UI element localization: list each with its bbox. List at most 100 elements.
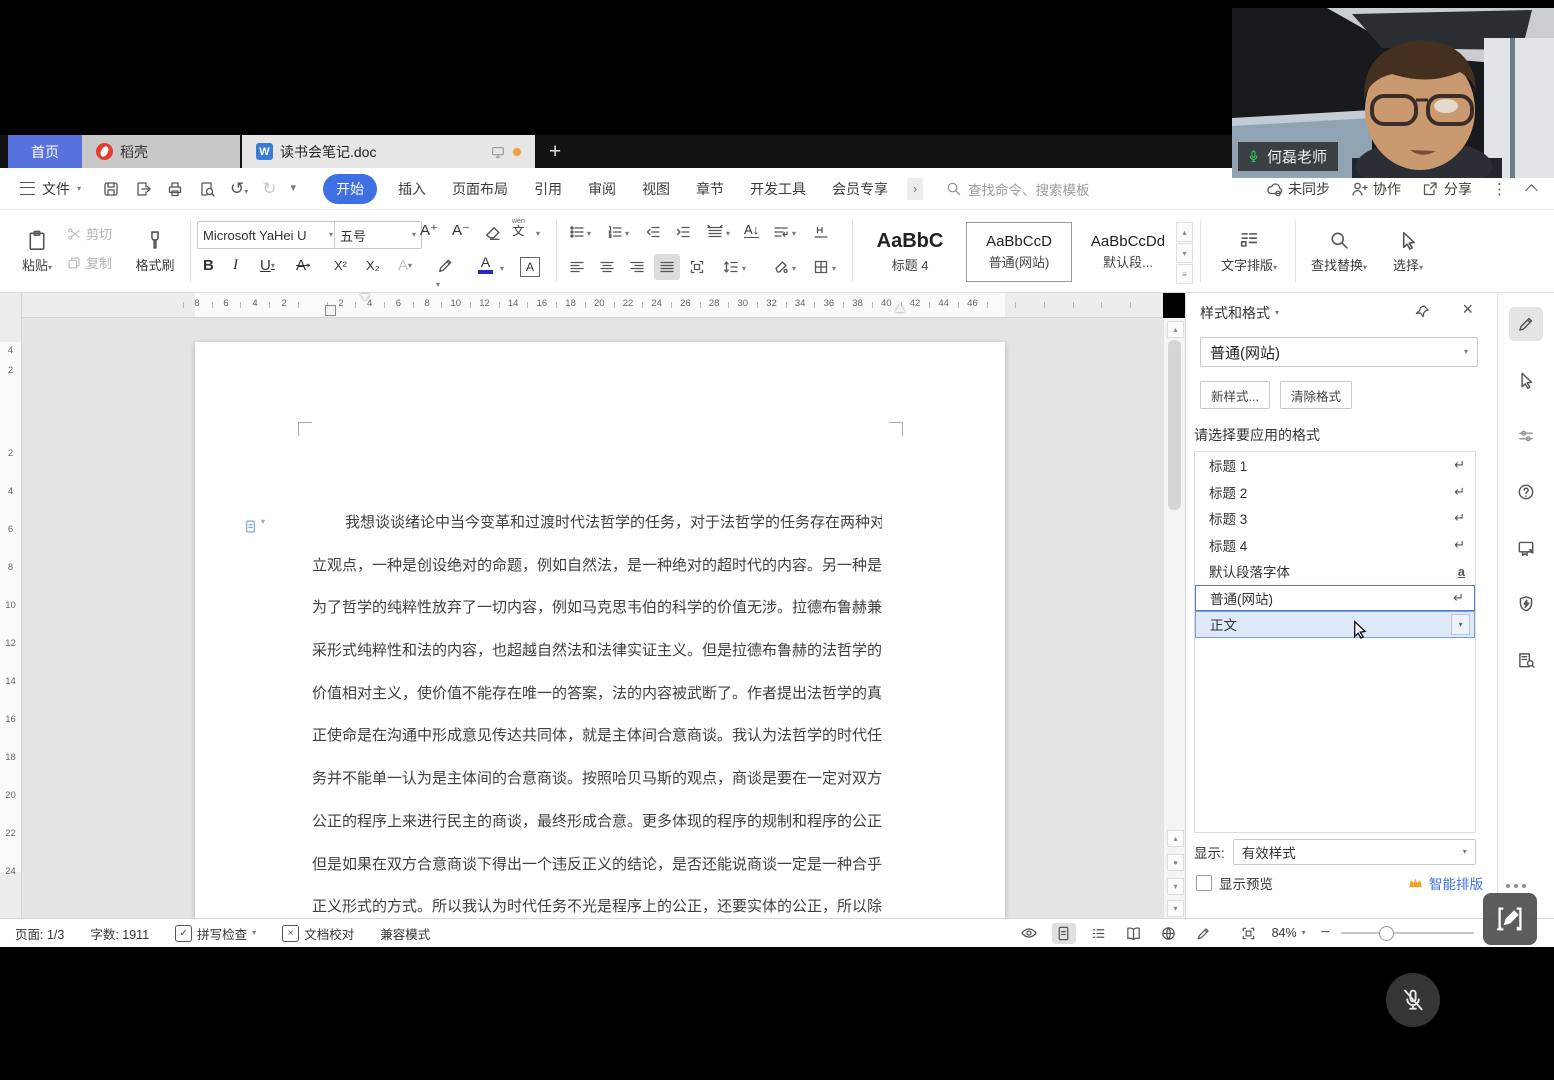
superscript-button[interactable]: X²: [334, 258, 347, 273]
previous-page-icon[interactable]: ▴: [1167, 830, 1184, 847]
spell-check-button[interactable]: ✓ 拼写检查▾: [175, 924, 256, 943]
line-spacing-icon[interactable]: [722, 258, 740, 276]
document-line[interactable]: 价值相对主义，使价值不能存在唯一的答案，法的内容被武断了。作者提出法哲学的真: [312, 673, 882, 716]
document-line[interactable]: 务并不能单一认为是主体间的合意商谈。按照哈贝马斯的观点，商谈是要在一定对双方: [312, 758, 882, 801]
sort-button[interactable]: A↓: [744, 222, 759, 238]
web-view-button[interactable]: [1157, 923, 1181, 944]
tab-stops-icon[interactable]: [812, 223, 830, 241]
paragraph-layout-icon[interactable]: ▾: [243, 518, 265, 535]
scroll-up-icon[interactable]: ▴: [1167, 321, 1184, 338]
page-indicator[interactable]: 页面: 1/3: [15, 924, 64, 943]
style-item-dropdown-icon[interactable]: ▾: [1451, 614, 1470, 635]
shading-icon[interactable]: [772, 258, 790, 276]
style-gallery-item[interactable]: AaBbC标题 4: [858, 223, 962, 281]
sync-status-button[interactable]: 未同步: [1265, 179, 1330, 199]
document-line[interactable]: 公正的程序上来进行民主的商谈，最终形成合意。更多体现的程序的规制和程序的公正，: [312, 801, 882, 844]
screen-annotate-button[interactable]: [1483, 893, 1537, 945]
text-direction-icon[interactable]: [706, 223, 724, 241]
adjust-tool-button[interactable]: [1509, 419, 1543, 453]
style-gallery-item[interactable]: AaBbCcD普通(网站): [966, 222, 1072, 282]
show-preview-row[interactable]: 显示预览: [1196, 873, 1273, 893]
pin-panel-icon[interactable]: [1414, 303, 1431, 320]
redo-icon[interactable]: ↻: [262, 179, 276, 199]
quick-tools-button[interactable]: [1509, 587, 1543, 621]
collaborate-button[interactable]: 协作: [1350, 179, 1401, 199]
undo-icon[interactable]: ↺▾: [230, 179, 248, 199]
new-style-button[interactable]: 新样式...: [1200, 381, 1270, 409]
select-button[interactable]: 选择▾: [1380, 220, 1436, 282]
tab-home[interactable]: 首页: [8, 135, 82, 168]
bold-button[interactable]: B: [203, 257, 214, 274]
pinyin-guide-button[interactable]: wén文: [512, 218, 525, 237]
menu-item[interactable]: 页面布局: [439, 174, 521, 204]
print-icon[interactable]: [166, 180, 184, 198]
print-preview-icon[interactable]: [198, 180, 216, 198]
increase-font-button[interactable]: A⁺: [420, 221, 438, 239]
decrease-indent-icon[interactable]: [644, 223, 662, 241]
style-list-item[interactable]: 普通(网站)↵: [1195, 585, 1475, 612]
zoom-slider-knob[interactable]: [1379, 926, 1394, 941]
text-layout-button[interactable]: 文字排版▾: [1212, 220, 1286, 282]
format-painter-button[interactable]: 格式刷: [128, 220, 182, 282]
style-list-item[interactable]: 标题 3↵: [1195, 505, 1475, 532]
style-list-item[interactable]: 标题 2↵: [1195, 479, 1475, 506]
next-page-icon[interactable]: ▾: [1167, 878, 1184, 895]
new-tab-button[interactable]: +: [535, 135, 575, 168]
document-line[interactable]: 采形式纯粹性和法的内容，也超越自然法和法律实证主义。但是拉德布鲁赫的法哲学的: [312, 630, 882, 673]
menu-item[interactable]: 会员专享: [819, 174, 901, 204]
clear-format-button[interactable]: 清除格式: [1280, 381, 1352, 409]
document-line[interactable]: 立观点，一种是创设绝对的命题，例如自然法，是一种绝对的超时代的内容。另一种是: [312, 545, 882, 588]
browse-object-icon[interactable]: ●: [1167, 854, 1184, 871]
document-line[interactable]: 但是如果在双方合意商谈下得出一个违反正义的结论，是否还能说商谈一定是一种合乎: [312, 844, 882, 887]
decrease-font-button[interactable]: A⁻: [452, 221, 470, 239]
style-gallery-item[interactable]: AaBbCcDd默认段...: [1076, 223, 1180, 281]
eye-protect-button[interactable]: [1017, 923, 1041, 944]
show-filter-select[interactable]: 有效样式 ▾: [1233, 839, 1476, 865]
close-panel-icon[interactable]: ×: [1462, 299, 1473, 320]
more-options-icon[interactable]: ⋮: [1492, 180, 1507, 198]
style-list-item[interactable]: 标题 1↵: [1195, 452, 1475, 479]
horizontal-ruler[interactable]: 8642246810121416182022242628303234363840…: [22, 293, 1163, 318]
underline-button[interactable]: U▾: [260, 257, 275, 274]
style-list-item[interactable]: 正文▾: [1195, 611, 1475, 638]
document-line[interactable]: 正使命是在沟通中形成意见传达共同体，就是主体间合意商谈。我认为法哲学的时代任: [312, 715, 882, 758]
export-icon[interactable]: [134, 180, 152, 198]
document-line[interactable]: 为了哲学的纯粹性放弃了一切内容，例如马克思韦伯的科学的价值无涉。拉德布鲁赫兼: [312, 587, 882, 630]
font-name-select[interactable]: Microsoft YaHei U▾: [197, 221, 339, 249]
tab-document[interactable]: W 读书会笔记.doc: [242, 135, 535, 168]
compat-mode-label[interactable]: 兼容模式: [380, 924, 430, 943]
distribute-icon[interactable]: [688, 258, 706, 276]
mic-muted-button[interactable]: [1386, 973, 1440, 1027]
service-button[interactable]: [1509, 531, 1543, 565]
select-tool-button[interactable]: [1509, 363, 1543, 397]
zoom-out-button[interactable]: −: [1321, 924, 1330, 942]
collapse-ribbon-icon[interactable]: [1525, 184, 1538, 197]
style-list-item[interactable]: 标题 4↵: [1195, 532, 1475, 559]
paste-button[interactable]: 粘贴▾: [14, 220, 60, 282]
highlight-color-button[interactable]: ▾: [436, 256, 455, 290]
menu-item[interactable]: 插入: [385, 174, 439, 204]
wrap-marks-icon[interactable]: [772, 223, 790, 241]
align-left-icon[interactable]: [568, 258, 586, 276]
text-effects-button[interactable]: A▾: [398, 257, 412, 274]
style-list-item[interactable]: 默认段落字体a: [1195, 558, 1475, 585]
scrollbar-thumb[interactable]: [1168, 340, 1181, 510]
vertical-ruler[interactable]: 4224681012141618202224: [0, 293, 22, 918]
scroll-down-icon[interactable]: ▾: [1167, 900, 1184, 917]
tab-docer[interactable]: 稻壳: [82, 135, 240, 168]
align-justify-button[interactable]: [654, 254, 680, 280]
smart-typeset-button[interactable]: 智能排版: [1407, 873, 1483, 893]
webcam-video[interactable]: 何磊老师: [1232, 8, 1554, 178]
bullet-list-icon[interactable]: [568, 223, 586, 241]
page-view-button[interactable]: [1052, 923, 1076, 944]
menu-item[interactable]: 视图: [629, 174, 683, 204]
show-preview-checkbox[interactable]: [1196, 875, 1212, 891]
menu-more-button[interactable]: ›: [907, 178, 923, 200]
current-style-select[interactable]: 普通(网站) ▾: [1200, 337, 1478, 367]
right-indent-marker[interactable]: [895, 304, 905, 312]
italic-button[interactable]: I: [233, 257, 238, 274]
read-mode-button[interactable]: [1122, 923, 1146, 944]
document-line[interactable]: 我想谈谈绪论中当今变革和过渡时代法哲学的任务，对于法哲学的任务存在两种对: [312, 502, 882, 545]
outline-view-button[interactable]: [1087, 923, 1111, 944]
command-search[interactable]: 查找命令、搜索模板: [945, 179, 1090, 199]
